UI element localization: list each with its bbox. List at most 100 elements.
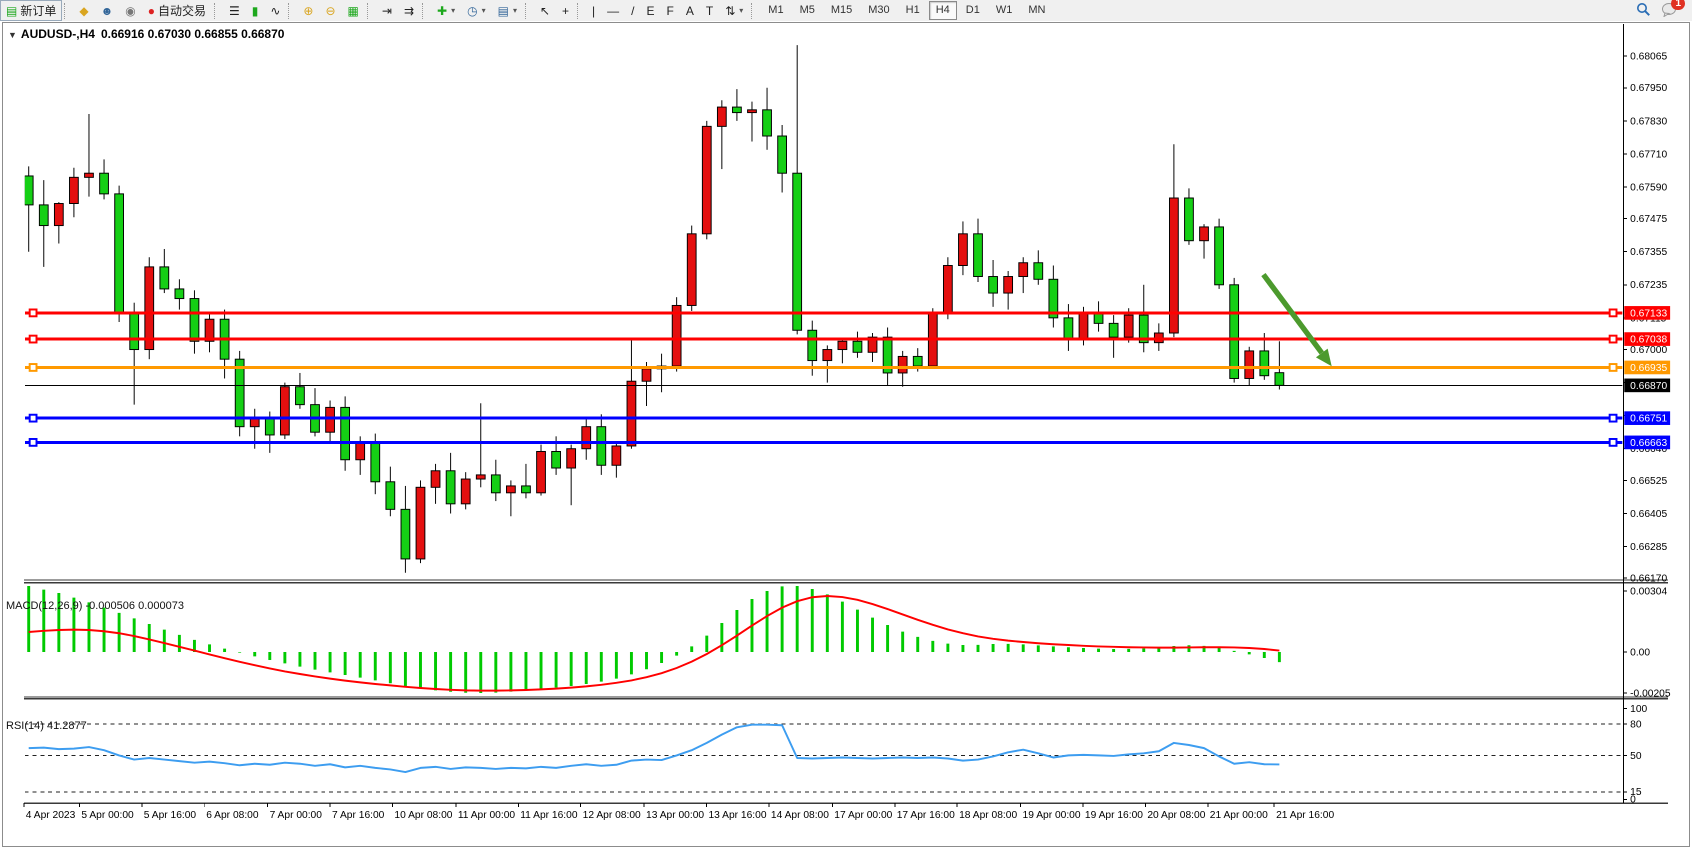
candle-bearish	[386, 482, 395, 510]
time-tick-label: 17 Apr 00:00	[834, 810, 892, 821]
time-tick-label: 7 Apr 16:00	[332, 810, 385, 821]
templates-button[interactable]: ▤▾	[492, 0, 523, 21]
candle-bearish	[597, 427, 606, 466]
timeframe-button-mn[interactable]: MN	[1021, 1, 1052, 20]
new-order-button[interactable]: ▤ 新订单	[0, 0, 62, 21]
chart-plot-surface[interactable]: 0.680650.679500.678300.677100.675900.674…	[0, 21, 1692, 850]
candle-bearish	[296, 387, 305, 405]
toolbar: ▤ 新订单 ◆ ☻ ◉ ● 自动交易 ☰ ▮ ∿ ⊕ ⊖ ▦ ⇥ ⇉ ✚▾ ◷▾…	[0, 0, 1692, 22]
line-handle[interactable]	[1610, 364, 1617, 371]
dropdown-arrow-icon: ▾	[482, 6, 486, 15]
toolbar-separator	[751, 3, 758, 19]
price-tick-label: 0.68065	[1630, 52, 1667, 63]
candle-bearish	[974, 234, 983, 277]
candle-bullish	[612, 446, 621, 465]
price-axis[interactable]: 0.680650.679500.678300.677100.675900.674…	[1623, 52, 1671, 806]
timeframe-button-m1[interactable]: M1	[761, 1, 790, 20]
trendline-tool-button[interactable]: /	[625, 0, 640, 21]
candle-bearish	[522, 486, 531, 493]
rsi-indicator-label: RSI(14) 41.2877	[6, 720, 87, 732]
timeframe-button-m30[interactable]: M30	[861, 1, 896, 20]
rsi-panel[interactable]	[25, 724, 1623, 792]
auto-scroll-button[interactable]: ⇉	[398, 0, 420, 21]
line-handle[interactable]	[30, 364, 37, 371]
candle-bearish	[1185, 198, 1194, 241]
line-handle[interactable]	[1610, 309, 1617, 316]
price-tick-label: 0.67590	[1630, 182, 1667, 193]
community-chat-button[interactable]: 1	[1661, 2, 1678, 20]
price-tick-label: 0.67000	[1630, 345, 1667, 356]
candle-bullish	[1019, 263, 1028, 277]
autotrading-button[interactable]: ● 自动交易	[142, 0, 212, 21]
timeframe-button-d1[interactable]: D1	[959, 1, 987, 20]
autotrading-icon: ●	[148, 5, 155, 17]
search-button[interactable]	[1636, 2, 1651, 20]
rsi-tick-label: 0	[1630, 795, 1636, 806]
timeframe-button-h4[interactable]: H4	[929, 1, 957, 20]
quotes-button[interactable]: ◆	[73, 0, 94, 21]
macd-panel[interactable]	[29, 586, 1280, 693]
chart-shift-button[interactable]: ⇥	[376, 0, 398, 21]
signal-button[interactable]: ◉	[119, 0, 141, 21]
line-price-label-text: 0.66935	[1630, 363, 1667, 374]
arrows-tool-button[interactable]: ⇅▾	[719, 0, 749, 21]
line-handle[interactable]	[30, 336, 37, 343]
candle-bearish	[913, 356, 922, 366]
toolbar-separator	[422, 3, 429, 19]
line-handle[interactable]	[30, 309, 37, 316]
text-tool-button[interactable]: A	[680, 0, 700, 21]
periods-icon: ◷	[467, 5, 477, 17]
price-tick-label: 0.67355	[1630, 247, 1667, 258]
candle-bullish	[627, 381, 636, 446]
candle-bullish	[959, 234, 968, 266]
timeframe-button-w1[interactable]: W1	[989, 1, 1020, 20]
line-chart-button[interactable]: ∿	[264, 0, 286, 21]
candle-bearish	[853, 341, 862, 352]
vertical-line-tool-button[interactable]: |	[586, 0, 601, 21]
line-handle[interactable]	[1610, 336, 1617, 343]
time-tick-label: 5 Apr 00:00	[81, 810, 134, 821]
text-label-tool-button[interactable]: T	[700, 0, 719, 21]
zoom-in-button[interactable]: ⊕	[297, 0, 319, 21]
channel-tool-button[interactable]: E	[641, 0, 661, 21]
candle-bullish	[823, 350, 832, 361]
timeframe-button-h1[interactable]: H1	[899, 1, 927, 20]
candle-bullish	[250, 418, 259, 426]
periods-button[interactable]: ◷▾	[461, 0, 492, 21]
chart-title: ▼AUDUSD-,H40.66916 0.67030 0.66855 0.668…	[8, 27, 284, 41]
line-handle[interactable]	[1610, 439, 1617, 446]
fibonacci-tool-button[interactable]: F	[661, 0, 680, 21]
time-tick-label: 14 Apr 08:00	[771, 810, 829, 821]
cursor-tool-button[interactable]: ↖	[534, 0, 556, 21]
candle-chart-button[interactable]: ▮	[246, 0, 265, 21]
candle-bearish	[39, 205, 48, 226]
bar-chart-button[interactable]: ☰	[223, 0, 246, 21]
candle-bullish	[85, 173, 94, 177]
zoom-out-button[interactable]: ⊖	[319, 0, 341, 21]
chart-window[interactable]: ▼AUDUSD-,H40.66916 0.67030 0.66855 0.668…	[0, 21, 1692, 850]
time-tick-label: 11 Apr 16:00	[520, 810, 578, 821]
timeframe-button-m5[interactable]: M5	[793, 1, 822, 20]
time-axis[interactable]: 4 Apr 20235 Apr 00:005 Apr 16:006 Apr 08…	[24, 803, 1335, 821]
candle-bearish	[989, 277, 998, 294]
candle-bearish	[808, 330, 817, 360]
time-tick-label: 20 Apr 08:00	[1147, 810, 1205, 821]
metatrader-window: ▤ 新订单 ◆ ☻ ◉ ● 自动交易 ☰ ▮ ∿ ⊕ ⊖ ▦ ⇥ ⇉ ✚▾ ◷▾…	[0, 0, 1692, 850]
line-handle[interactable]	[1610, 415, 1617, 422]
horizontal-line-tool-button[interactable]: —	[601, 0, 625, 21]
line-handle[interactable]	[30, 439, 37, 446]
tile-windows-button[interactable]: ▦	[342, 0, 365, 21]
tile-windows-icon: ▦	[348, 5, 359, 17]
candle-bullish	[1004, 277, 1013, 294]
price-panel[interactable]	[24, 45, 1622, 573]
crosshair-tool-button[interactable]: +	[556, 0, 575, 21]
candle-bearish	[130, 312, 139, 349]
line-handle[interactable]	[30, 415, 37, 422]
community-icon: ☻	[101, 5, 114, 17]
indicators-button[interactable]: ✚▾	[431, 0, 461, 21]
toolbar-separator	[64, 3, 71, 19]
timeframe-button-m15[interactable]: M15	[824, 1, 859, 20]
community-button[interactable]: ☻	[95, 0, 120, 21]
dropdown-arrow-icon: ▾	[739, 6, 743, 15]
candle-bearish	[1230, 285, 1239, 379]
